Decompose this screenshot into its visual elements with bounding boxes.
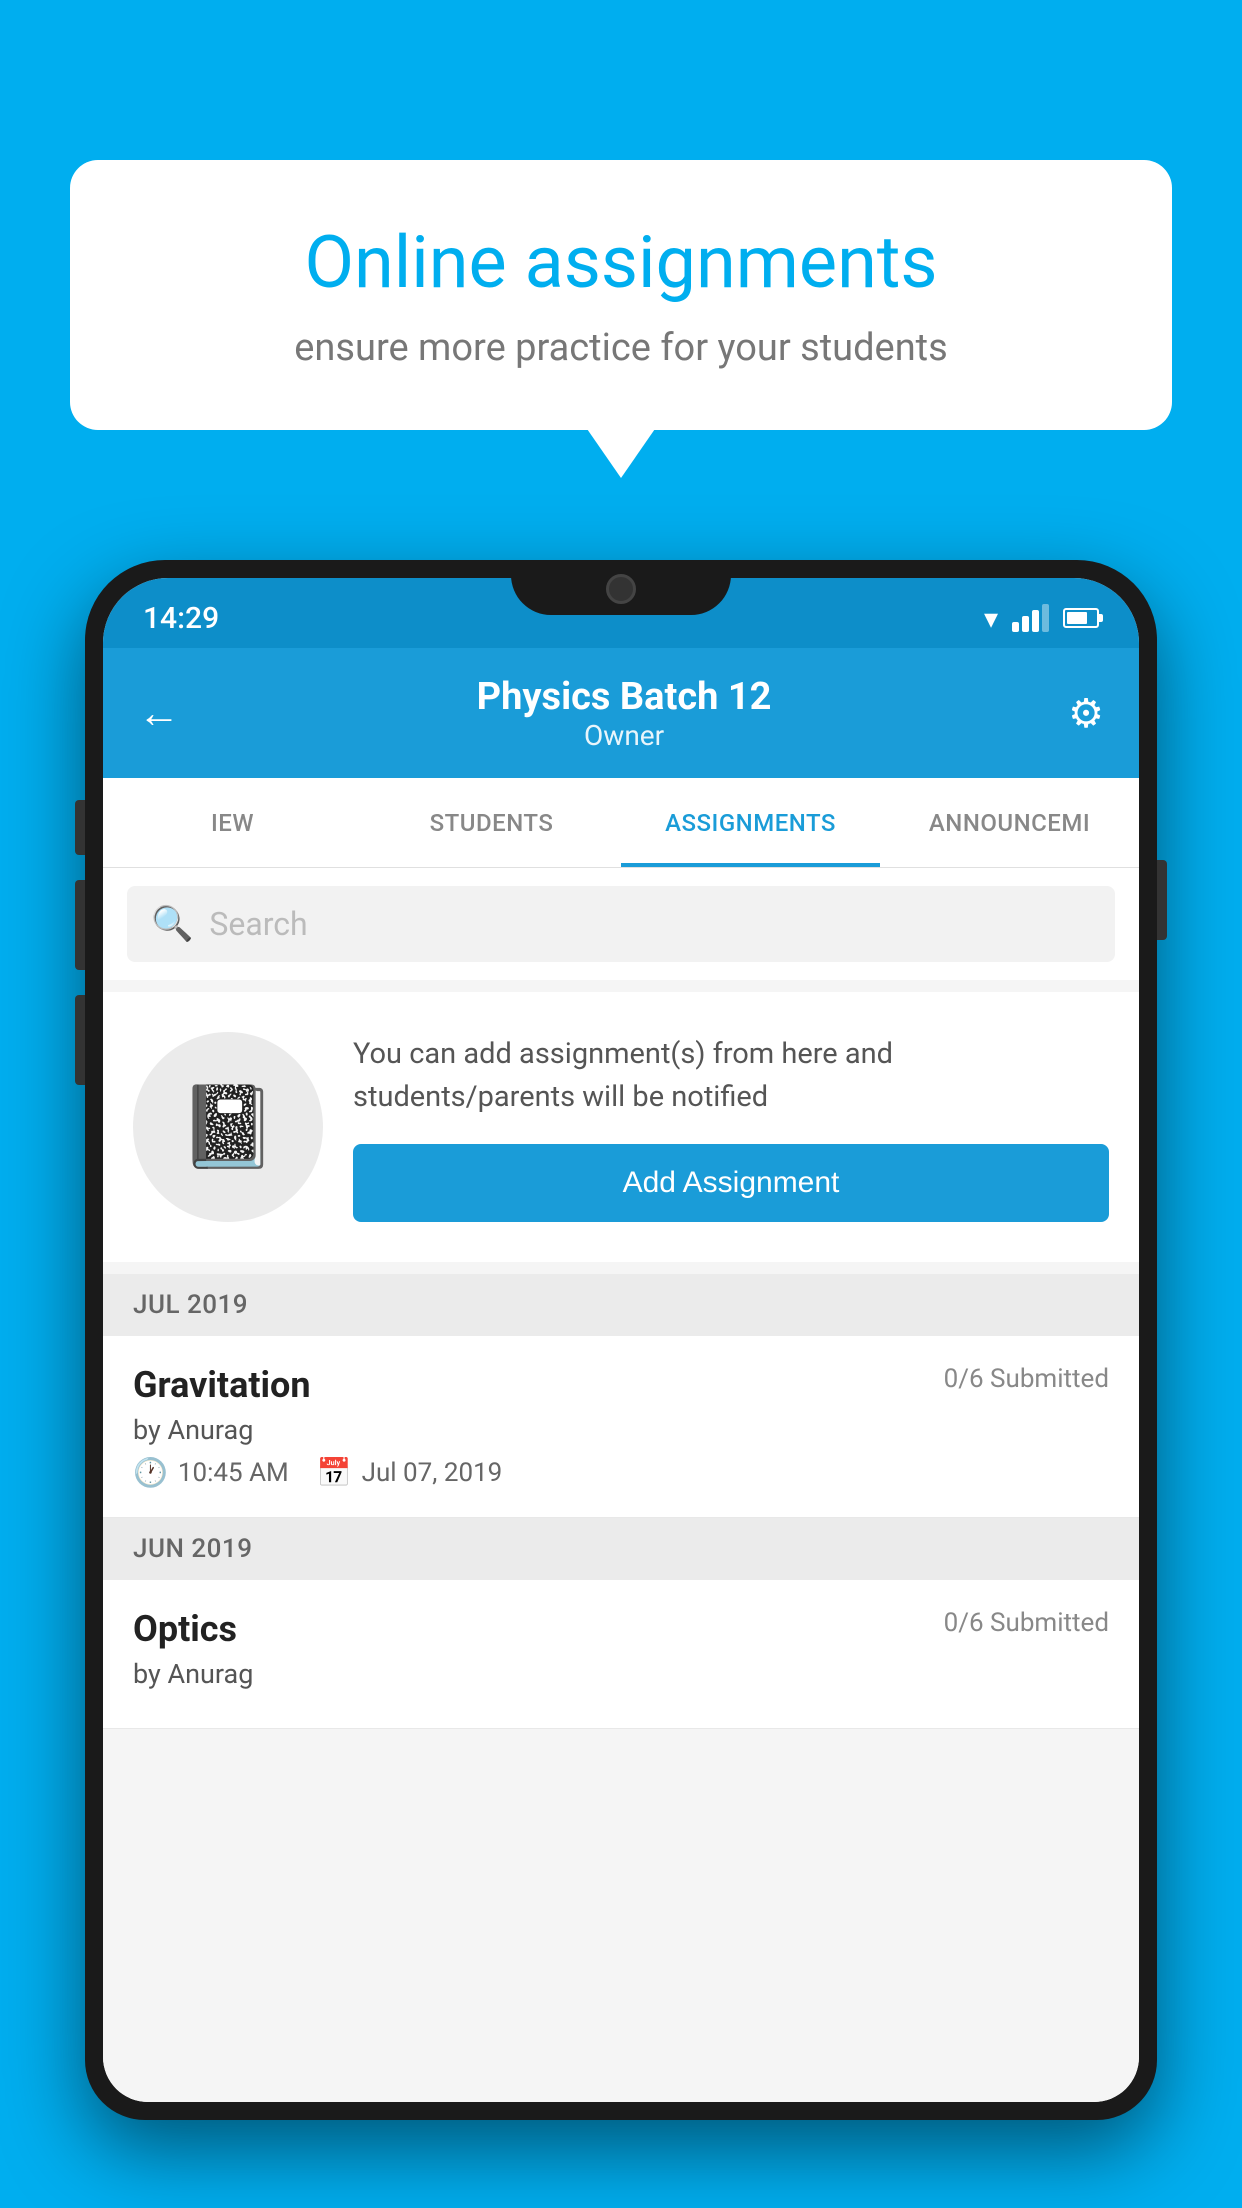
assignment-time: 🕐 10:45 AM <box>133 1456 289 1489</box>
clock-icon: 🕐 <box>133 1456 168 1489</box>
cta-card: 📓 You can add assignment(s) from here an… <box>103 992 1139 1262</box>
phone-notch <box>511 560 731 615</box>
phone-volume-silent <box>75 800 85 855</box>
notebook-icon: 📓 <box>178 1080 278 1174</box>
app-bar-subtitle: Owner <box>477 719 772 752</box>
app-bar-title: Physics Batch 12 <box>477 675 772 719</box>
back-button[interactable]: ← <box>138 689 180 738</box>
wifi-icon: ▾ <box>984 602 998 635</box>
section-header-jun: JUN 2019 <box>103 1518 1139 1580</box>
phone-container: 14:29 ▾ <box>85 560 1157 2208</box>
phone-camera <box>606 574 636 604</box>
phone-screen: 14:29 ▾ <box>103 578 1139 2102</box>
phone-power-button <box>1157 860 1167 940</box>
assignment-top-row: Gravitation 0/6 Submitted <box>133 1364 1109 1406</box>
assignment-item-optics[interactable]: Optics 0/6 Submitted by Anurag <box>103 1580 1139 1729</box>
search-container: 🔍 Search <box>103 868 1139 980</box>
assignment-meta: 🕐 10:45 AM 📅 Jul 07, 2019 <box>133 1456 1109 1489</box>
assignment-top-row-optics: Optics 0/6 Submitted <box>133 1608 1109 1650</box>
status-icons: ▾ <box>984 602 1099 635</box>
search-icon: 🔍 <box>151 904 193 944</box>
tab-iew[interactable]: IEW <box>103 778 362 867</box>
assignment-date: 📅 Jul 07, 2019 <box>317 1456 503 1489</box>
assignment-name-optics: Optics <box>133 1608 237 1650</box>
tabs-bar: IEW STUDENTS ASSIGNMENTS ANNOUNCEMI <box>103 778 1139 868</box>
settings-button[interactable]: ⚙ <box>1068 690 1104 737</box>
cta-content: You can add assignment(s) from here and … <box>353 1033 1109 1222</box>
app-bar-title-group: Physics Batch 12 Owner <box>477 675 772 752</box>
content-area: 🔍 Search 📓 You can add assignment(s) fro… <box>103 868 1139 2102</box>
assignment-name: Gravitation <box>133 1364 311 1406</box>
app-bar: ← Physics Batch 12 Owner ⚙ <box>103 648 1139 778</box>
cta-description: You can add assignment(s) from here and … <box>353 1033 1109 1120</box>
assignment-item-gravitation[interactable]: Gravitation 0/6 Submitted by Anurag 🕐 10… <box>103 1336 1139 1518</box>
tab-announcements[interactable]: ANNOUNCEMI <box>880 778 1139 867</box>
battery-icon <box>1063 608 1099 628</box>
speech-bubble-container: Online assignments ensure more practice … <box>70 160 1172 430</box>
search-input-wrapper[interactable]: 🔍 Search <box>127 886 1115 962</box>
bubble-subtitle: ensure more practice for your students <box>140 326 1102 370</box>
tab-students[interactable]: STUDENTS <box>362 778 621 867</box>
phone-outer: 14:29 ▾ <box>85 560 1157 2120</box>
status-time: 14:29 <box>143 601 219 636</box>
signal-icon <box>1012 604 1049 632</box>
assignment-submitted: 0/6 Submitted <box>944 1364 1109 1394</box>
search-placeholder: Search <box>209 905 307 943</box>
tab-assignments[interactable]: ASSIGNMENTS <box>621 778 880 867</box>
assignment-by: by Anurag <box>133 1414 1109 1446</box>
section-header-jul: JUL 2019 <box>103 1274 1139 1336</box>
assignment-submitted-optics: 0/6 Submitted <box>944 1608 1109 1638</box>
bubble-title: Online assignments <box>140 220 1102 306</box>
assignment-icon-circle: 📓 <box>133 1032 323 1222</box>
calendar-icon: 📅 <box>317 1456 352 1489</box>
phone-volume-up <box>75 880 85 970</box>
assignment-by-optics: by Anurag <box>133 1658 1109 1690</box>
add-assignment-button[interactable]: Add Assignment <box>353 1144 1109 1222</box>
speech-bubble: Online assignments ensure more practice … <box>70 160 1172 430</box>
phone-volume-down <box>75 995 85 1085</box>
